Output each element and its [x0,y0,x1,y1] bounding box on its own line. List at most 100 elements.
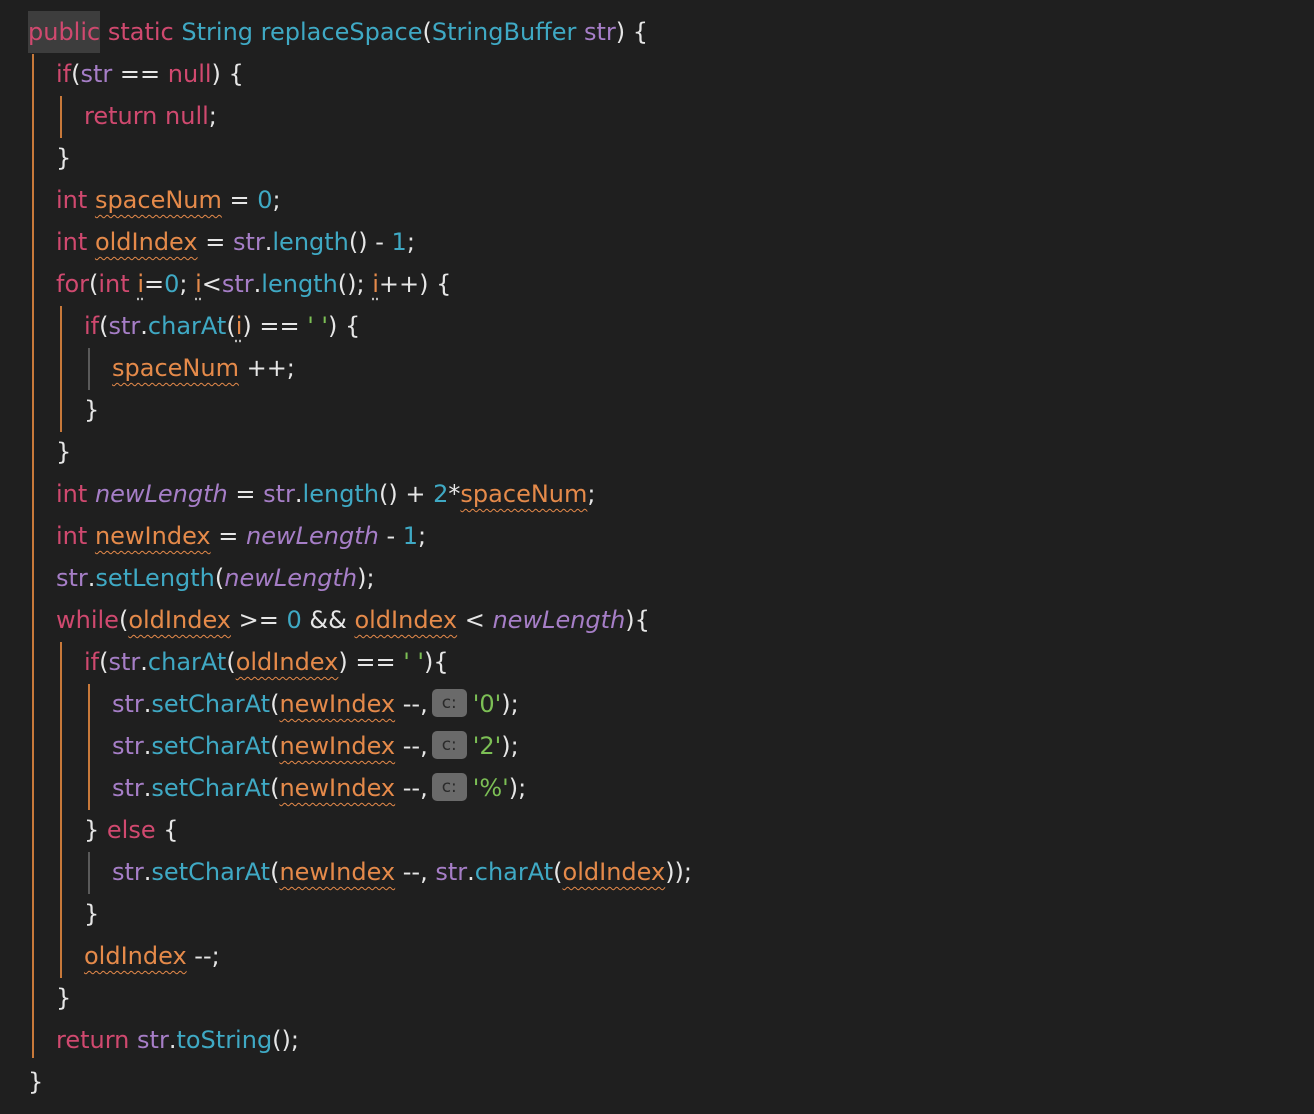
indent-guide [60,96,62,138]
code-token: str [112,774,144,802]
code-token: ); [501,732,519,760]
code-token: str [112,858,144,886]
code-token: = [210,522,246,550]
code-token: ) { [328,312,361,340]
code-token: ); [501,690,519,718]
code-line[interactable]: if(str == null) { [56,53,244,95]
code-token: if [56,60,72,88]
code-token: 0 [257,186,273,214]
code-token: newLength [492,606,626,634]
code-token: >= [230,606,287,634]
code-token: ; [418,522,427,550]
code-line[interactable]: str.setCharAt(newIndex --, str.charAt(ol… [112,851,692,893]
code-token: { [155,816,179,844]
code-token: toString [176,1026,273,1054]
code-token: ( [270,732,280,760]
code-line[interactable]: str.setCharAt(newIndex --, c: '0'); [112,683,519,725]
code-token: } [84,396,100,424]
code-token: 0 [164,270,180,298]
code-token: int [56,522,88,550]
code-line[interactable]: return str.toString(); [56,1019,299,1061]
indent-guide [32,54,34,1058]
code-editor[interactable]: public static String replaceSpace(String… [0,0,1314,1114]
code-token: spaceNum [112,354,239,382]
code-line[interactable]: str.setCharAt(newIndex --, c: '2'); [112,725,519,767]
code-token: 0 [286,606,302,634]
code-token: oldIndex [354,606,458,634]
code-token: newIndex [279,858,396,886]
code-token: = [227,480,264,508]
code-token: str [108,648,141,676]
code-token: oldIndex [84,942,187,970]
code-line[interactable]: } else { [84,809,179,851]
code-token: newLength [94,480,228,508]
code-token: return [84,102,158,130]
code-token: null [165,102,209,130]
code-token: } [56,438,72,466]
parameter-hint: i [372,270,379,298]
code-token: str [112,690,144,718]
code-token: else [106,816,156,844]
code-token: ){ [424,648,449,676]
code-line[interactable]: str.setCharAt(newIndex --, c: '%'); [112,767,526,809]
code-line[interactable]: } [84,893,99,935]
code-line[interactable]: int newLength = str.length() + 2*spaceNu… [56,473,595,515]
code-token: --; [186,942,220,970]
code-token: - [378,522,403,550]
code-token: replaceSpace [260,18,423,46]
code-token: ); [357,564,375,592]
code-token: ( [270,690,280,718]
code-line[interactable]: return null; [84,95,217,137]
code-line[interactable]: while(oldIndex >= 0 && oldIndex < newLen… [56,599,650,641]
code-token: . [140,648,148,676]
code-token: str [583,18,616,46]
code-token: . [143,732,152,760]
code-token: ) { [211,60,244,88]
code-line[interactable]: int spaceNum = 0; [56,179,281,221]
code-line[interactable]: } [56,431,71,473]
code-line[interactable]: } [28,1061,43,1103]
code-token: --, [395,732,428,760]
code-token: . [264,228,273,256]
code-token: public [28,11,101,53]
code-token: ++; [238,354,295,382]
code-token: . [143,690,152,718]
code-line[interactable]: } [56,977,71,1019]
code-token: ) == [242,312,308,340]
code-token: () + [379,480,434,508]
code-line[interactable]: for(int i=0; i<str.length(); i++) { [56,263,451,305]
code-line[interactable]: spaceNum ++; [112,347,295,389]
code-token: ( [99,312,109,340]
indent-guide [60,306,62,432]
code-token: . [140,312,148,340]
code-line[interactable]: if(str.charAt(oldIndex) == ' '){ [84,641,449,683]
code-token: . [168,1026,177,1054]
code-token: () - [348,228,392,256]
code-line[interactable]: int oldIndex = str.length() - 1; [56,221,415,263]
code-line[interactable]: public static String replaceSpace(String… [28,11,648,53]
code-token: ( [118,606,129,634]
code-token: ( [270,774,280,802]
code-token: return [56,1026,130,1054]
code-line[interactable]: if(str.charAt(i) == ' ') { [84,305,360,347]
code-line[interactable]: } [56,137,71,179]
code-line[interactable]: str.setLength(newLength); [56,557,375,599]
code-line[interactable]: oldIndex --; [84,935,220,977]
code-token: spaceNum [94,186,222,214]
code-token: str [232,228,265,256]
code-token: --, [395,690,428,718]
code-token: ; [179,270,196,298]
code-token: ' ' [403,648,425,676]
code-token: * [448,480,461,508]
code-token: )); [665,858,692,886]
indent-guide [88,684,90,810]
code-token: str [80,60,113,88]
code-token: '%' [472,774,509,802]
code-token: charAt [147,312,227,340]
code-line[interactable]: int newIndex = newLength - 1; [56,515,426,557]
code-line[interactable]: } [84,389,99,431]
code-token: ( [270,858,280,886]
